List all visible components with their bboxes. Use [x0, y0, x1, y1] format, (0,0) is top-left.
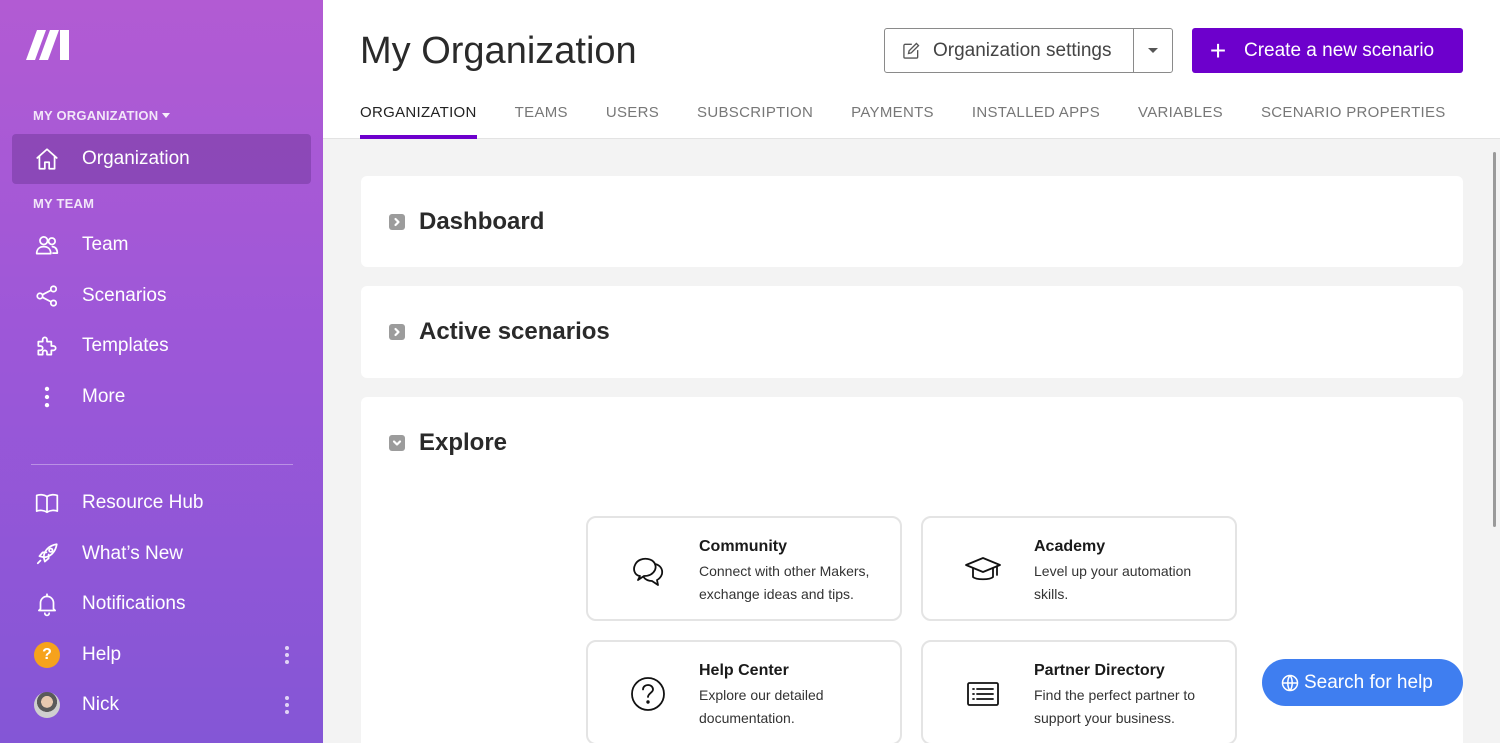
- create-scenario-label: Create a new scenario: [1244, 39, 1435, 61]
- search-for-help-label: Search for help: [1304, 671, 1433, 693]
- chevron-right-icon: [389, 324, 405, 340]
- book-icon: [12, 490, 82, 516]
- help-badge-wrapper: ?: [12, 642, 82, 668]
- explore-tile-academy[interactable]: Academy Level up your automation skills.: [921, 516, 1237, 621]
- tile-title: Community: [699, 538, 787, 555]
- chevron-down-icon: [389, 435, 405, 451]
- sidebar-item-label: Organization: [82, 148, 190, 169]
- organization-settings-button[interactable]: Organization settings: [885, 29, 1134, 72]
- section-title: Dashboard: [419, 208, 545, 235]
- sidebar-item-templates[interactable]: Templates: [12, 321, 311, 371]
- home-icon: [12, 146, 82, 172]
- sidebar-item-more[interactable]: More: [12, 372, 311, 422]
- explore-section-header[interactable]: Explore: [389, 429, 507, 457]
- page-title: My Organization: [360, 30, 637, 72]
- active-scenarios-section-header[interactable]: Active scenarios: [389, 318, 610, 346]
- sidebar-item-label: Resource Hub: [82, 492, 204, 513]
- tab-payments[interactable]: PAYMENTS: [851, 104, 934, 139]
- sidebar-item-label: More: [82, 386, 126, 407]
- chat-bubbles-icon: [628, 550, 668, 590]
- tab-subscription[interactable]: SUBSCRIPTION: [697, 104, 813, 139]
- dashboard-section-header[interactable]: Dashboard: [389, 208, 544, 236]
- tile-title: Academy: [1034, 538, 1106, 555]
- sidebar-item-resource-hub[interactable]: Resource Hub: [12, 478, 311, 528]
- section-title: Active scenarios: [419, 318, 610, 345]
- organization-switcher[interactable]: MY ORGANIZATION: [33, 108, 171, 123]
- tile-title: Help Center: [699, 662, 789, 679]
- chevron-right-icon: [389, 214, 405, 230]
- make-logo[interactable]: [26, 30, 70, 60]
- sidebar-item-label: Help: [82, 644, 122, 665]
- sidebar-item-notifications[interactable]: Notifications: [12, 579, 311, 629]
- user-options-icon[interactable]: [285, 696, 289, 714]
- sidebar-item-label: Templates: [82, 335, 169, 356]
- tab-installed-apps[interactable]: INSTALLED APPS: [972, 104, 1100, 139]
- page-header: My Organization Organization settings + …: [323, 0, 1500, 139]
- tile-title: Partner Directory: [1034, 662, 1165, 679]
- section-title: Explore: [419, 429, 508, 456]
- sidebar-item-help[interactable]: ? Help: [12, 630, 311, 680]
- sidebar-item-user-profile[interactable]: Nick: [12, 680, 311, 730]
- sidebar-item-whats-new[interactable]: What’s New: [12, 529, 311, 579]
- tab-variables[interactable]: VARIABLES: [1138, 104, 1223, 139]
- plus-icon: +: [1209, 34, 1227, 66]
- users-icon: [12, 232, 82, 258]
- tab-teams[interactable]: TEAMS: [515, 104, 568, 139]
- content-scrollbar[interactable]: [1493, 152, 1496, 527]
- sidebar-item-organization[interactable]: Organization: [12, 134, 311, 184]
- sidebar-item-label: Nick: [82, 694, 119, 715]
- tile-description: Connect with other Makers, exchange idea…: [699, 563, 870, 602]
- avatar: [34, 692, 60, 718]
- sidebar-item-scenarios[interactable]: Scenarios: [12, 271, 311, 321]
- help-badge-icon: ?: [34, 642, 60, 668]
- edit-icon: [903, 42, 920, 59]
- caret-down-icon: [162, 113, 171, 118]
- create-scenario-button[interactable]: + Create a new scenario: [1192, 28, 1463, 73]
- sidebar-item-label: Notifications: [82, 593, 186, 614]
- tile-description: Level up your automation skills.: [1034, 563, 1192, 602]
- help-options-icon[interactable]: [285, 646, 289, 664]
- tile-description: Find the perfect partner to support your…: [1034, 687, 1196, 726]
- search-for-help-button[interactable]: Search for help: [1262, 659, 1463, 706]
- organization-settings-label: Organization settings: [933, 39, 1112, 61]
- team-section-label: MY TEAM: [33, 196, 95, 211]
- graduation-cap-icon: [963, 550, 1003, 590]
- rocket-icon: [12, 541, 82, 567]
- puzzle-icon: [12, 333, 82, 359]
- sidebar-item-team[interactable]: Team: [12, 220, 311, 270]
- sidebar-item-label: Scenarios: [82, 285, 167, 306]
- list-icon: [963, 674, 1003, 714]
- organization-settings-split-button: Organization settings: [884, 28, 1173, 73]
- organization-tabs: ORGANIZATION TEAMS USERS SUBSCRIPTION PA…: [360, 104, 1484, 139]
- sidebar-item-label: What’s New: [82, 543, 184, 564]
- question-circle-icon: [628, 674, 668, 714]
- sidebar: MY ORGANIZATION Organization MY TEAM Tea…: [0, 0, 323, 743]
- vertical-dots-icon: [12, 384, 82, 410]
- explore-tile-help-center[interactable]: Help Center Explore our detailed documen…: [586, 640, 902, 743]
- avatar-wrapper: [12, 692, 82, 718]
- tab-organization[interactable]: ORGANIZATION: [360, 104, 477, 139]
- sidebar-divider: [31, 464, 293, 465]
- dashboard-section: Dashboard: [361, 176, 1463, 267]
- globe-icon: [1281, 674, 1299, 691]
- tab-users[interactable]: USERS: [606, 104, 659, 139]
- organization-label: MY ORGANIZATION: [33, 108, 159, 123]
- explore-tile-community[interactable]: Community Connect with other Makers, exc…: [586, 516, 902, 621]
- sidebar-item-label: Team: [82, 234, 129, 255]
- organization-settings-dropdown[interactable]: [1134, 29, 1172, 72]
- tile-description: Explore our detailed documentation.: [699, 687, 824, 726]
- explore-tile-partner-directory[interactable]: Partner Directory Find the perfect partn…: [921, 640, 1237, 743]
- active-scenarios-section: Active scenarios: [361, 286, 1463, 378]
- tab-scenario-properties[interactable]: SCENARIO PROPERTIES: [1261, 104, 1446, 139]
- bell-icon: [12, 591, 82, 617]
- share-icon: [12, 283, 82, 309]
- chevron-down-icon: [1148, 48, 1158, 53]
